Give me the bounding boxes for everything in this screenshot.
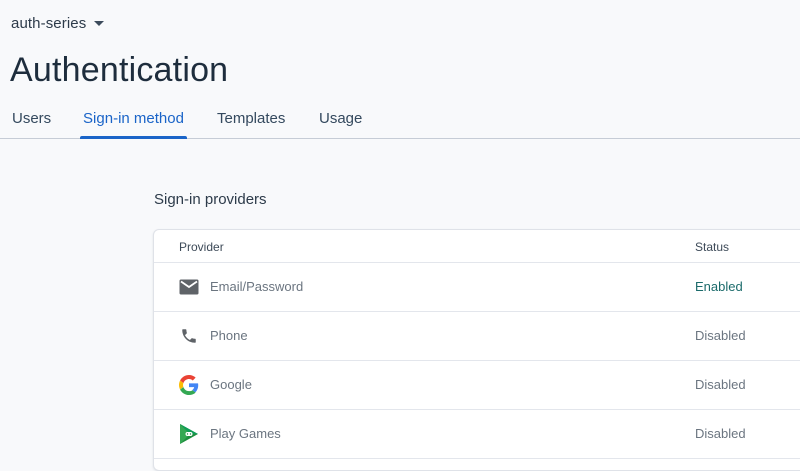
table-header: Provider Status bbox=[154, 230, 800, 263]
provider-status: Disabled bbox=[695, 377, 746, 392]
phone-icon bbox=[179, 326, 199, 346]
tab-templates[interactable]: Templates bbox=[217, 104, 285, 138]
play-games-icon bbox=[179, 424, 199, 444]
tab-sign-in-method[interactable]: Sign-in method bbox=[80, 104, 187, 139]
google-icon bbox=[179, 375, 199, 395]
provider-name: Email/Password bbox=[210, 279, 304, 294]
page-title: Authentication bbox=[10, 51, 229, 89]
tab-users[interactable]: Users bbox=[12, 104, 51, 138]
provider-row-email-password[interactable]: Email/Password Enabled bbox=[154, 263, 800, 312]
providers-table: Provider Status Email/Password Enabled P… bbox=[153, 229, 800, 471]
column-header-provider: Provider bbox=[179, 240, 224, 254]
email-icon bbox=[179, 277, 199, 297]
project-selector[interactable]: auth-series bbox=[11, 13, 105, 33]
project-name: auth-series bbox=[11, 14, 87, 32]
provider-name: Google bbox=[210, 377, 252, 392]
provider-name: Phone bbox=[210, 328, 248, 343]
provider-status: Disabled bbox=[695, 328, 746, 343]
provider-status: Enabled bbox=[695, 279, 743, 294]
provider-status: Disabled bbox=[695, 426, 746, 441]
tab-usage[interactable]: Usage bbox=[319, 104, 362, 138]
tab-bar: Users Sign-in method Templates Usage bbox=[0, 104, 800, 139]
provider-name: Play Games bbox=[210, 426, 281, 441]
provider-row-play-games[interactable]: Play Games Disabled bbox=[154, 410, 800, 459]
provider-row-google[interactable]: Google Disabled bbox=[154, 361, 800, 410]
provider-row-phone[interactable]: Phone Disabled bbox=[154, 312, 800, 361]
column-header-status: Status bbox=[695, 240, 730, 254]
section-title: Sign-in providers bbox=[154, 191, 267, 208]
caret-down-icon bbox=[94, 21, 105, 26]
